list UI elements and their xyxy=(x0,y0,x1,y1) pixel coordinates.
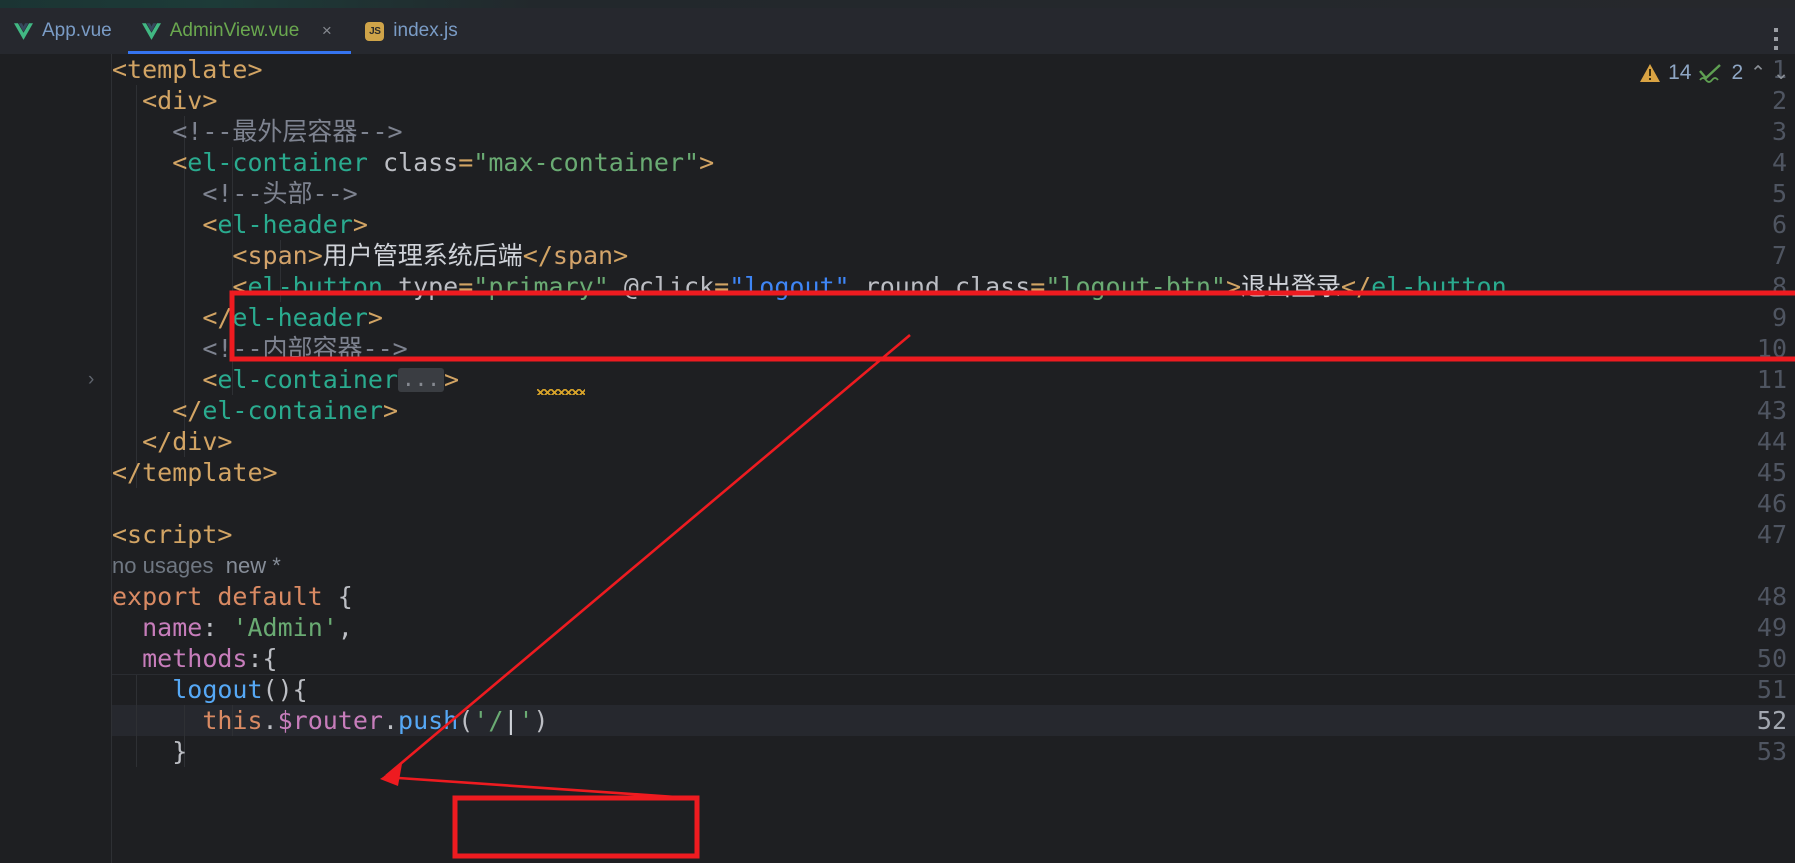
chevron-up-icon[interactable]: ⌃ xyxy=(1750,62,1766,85)
tab-index-js[interactable]: JS index.js xyxy=(351,8,473,54)
code-line[interactable]: <script> xyxy=(112,519,232,550)
tab-label: index.js xyxy=(393,20,458,41)
more-options-icon[interactable] xyxy=(1766,22,1786,56)
window-top-strip xyxy=(0,0,1795,8)
warning-count: 14 xyxy=(1668,61,1692,84)
code-line[interactable]: export default { xyxy=(112,581,353,612)
inspection-squiggle xyxy=(537,389,585,395)
warning-triangle-icon[interactable] xyxy=(1639,63,1661,83)
code-line[interactable]: </el-container> xyxy=(112,395,398,426)
code-line[interactable]: </el-header> xyxy=(112,302,383,333)
chevron-down-icon[interactable]: ⌄ xyxy=(1773,62,1789,85)
codelens-new-marker[interactable]: new * xyxy=(226,553,281,578)
vue-file-icon xyxy=(14,22,33,40)
dot xyxy=(1774,46,1778,50)
code-line[interactable]: </div> xyxy=(112,426,232,457)
dot xyxy=(1774,37,1778,41)
code-line[interactable]: name: 'Admin', xyxy=(112,612,353,643)
code-line[interactable]: <el-container class="max-container"> xyxy=(112,147,714,178)
inspections-widget[interactable]: 14 2 ⌃ ⌄ xyxy=(1639,59,1789,87)
tab-app-vue[interactable]: App.vue xyxy=(0,8,128,54)
green-check-squiggle-icon[interactable] xyxy=(1698,63,1724,83)
tab-adminview-vue[interactable]: AdminView.vue × xyxy=(127,8,352,54)
js-file-icon: JS xyxy=(365,21,385,41)
line-number-gutter[interactable] xyxy=(0,54,111,863)
editor-tab-bar: App.vue AdminView.vue × JS index.js xyxy=(0,8,1795,54)
code-line[interactable]: <el-button type="primary" @click="logout… xyxy=(112,271,1506,302)
dot xyxy=(1774,28,1778,32)
code-line[interactable]: </template> xyxy=(112,457,278,488)
ok-count: 2 xyxy=(1731,61,1744,84)
vue-file-icon xyxy=(141,22,161,40)
code-line[interactable]: methods:{ xyxy=(112,643,277,674)
code-line[interactable]: <!--内部容器--> xyxy=(112,333,407,364)
code-editor[interactable]: 1 2 3 4 5 6 7 8 9 10 11 › 43 44 45 46 47… xyxy=(0,54,1795,863)
tab-label: App.vue xyxy=(42,20,112,41)
code-line[interactable]: logout(){ xyxy=(112,674,307,705)
code-line[interactable]: <el-container... > xyxy=(112,364,585,395)
codelens-hint[interactable]: no usages new * xyxy=(112,550,281,581)
code-line[interactable]: <span>用户管理系统后端</span> xyxy=(112,240,628,271)
code-line[interactable]: <el-header> xyxy=(112,209,368,240)
code-line[interactable]: } xyxy=(112,736,187,767)
code-line[interactable]: <template> xyxy=(112,54,263,85)
code-line[interactable]: <!--头部--> xyxy=(112,178,357,209)
indent-guide xyxy=(112,674,1795,675)
code-line[interactable]: <div> xyxy=(112,85,217,116)
codelens-no-usages[interactable]: no usages xyxy=(112,553,214,578)
fold-expand-icon[interactable]: › xyxy=(88,364,94,395)
close-icon[interactable]: × xyxy=(318,22,335,40)
code-line[interactable]: <!--最外层容器--> xyxy=(112,116,402,147)
code-content[interactable]: <template> <div> <!--最外层容器--> <el-contai… xyxy=(112,54,1795,863)
code-line-current[interactable]: this.$router.push('/|') xyxy=(112,705,548,736)
folded-code-placeholder[interactable]: ... xyxy=(398,368,444,392)
tab-label: AdminView.vue xyxy=(169,20,300,41)
